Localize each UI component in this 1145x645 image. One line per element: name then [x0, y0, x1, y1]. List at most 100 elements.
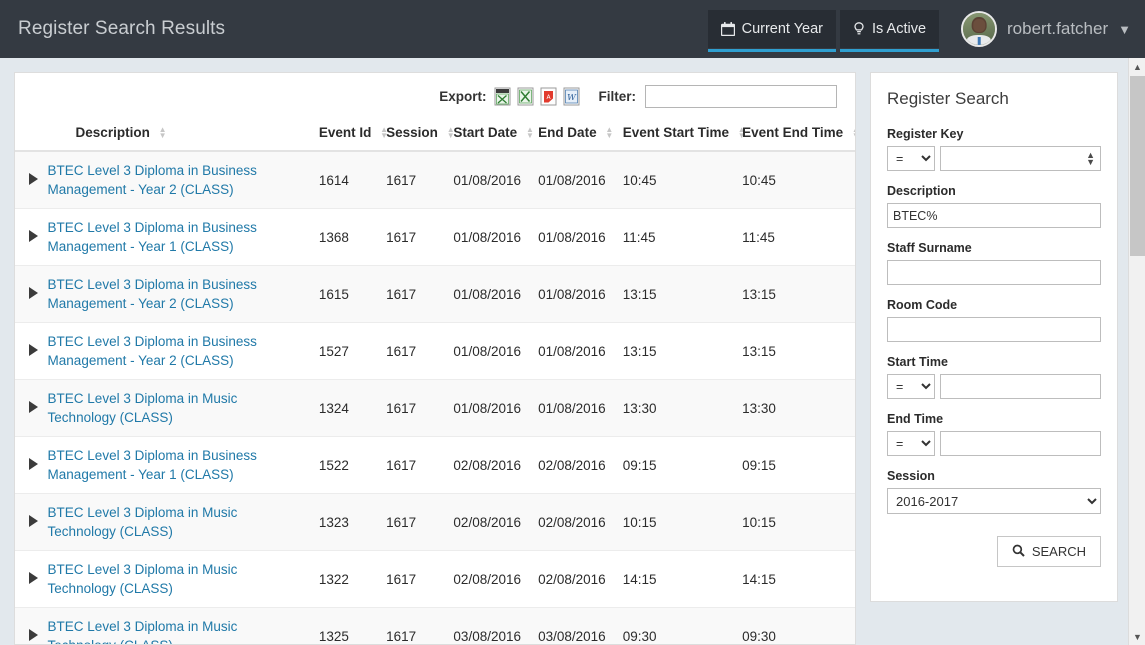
excel-export-icon[interactable] — [517, 87, 534, 106]
column-header-description[interactable]: Description ▲ ▼ — [47, 119, 319, 152]
cell-description: BTEC Level 3 Diploma in Music Technology… — [47, 379, 319, 437]
table-row[interactable]: BTEC Level 3 Diploma in Business Managem… — [15, 436, 855, 494]
cell-start-date: 03/08/2016 — [453, 607, 539, 644]
table-row[interactable]: BTEC Level 3 Diploma in Music Technology… — [15, 493, 855, 551]
start-time-operator-select[interactable]: =!=><>=<= — [887, 374, 935, 399]
description-input[interactable] — [887, 203, 1101, 228]
row-expand-cell[interactable] — [15, 607, 48, 644]
vertical-scrollbar[interactable]: ▲ ▼ — [1128, 58, 1145, 645]
search-button[interactable]: SEARCH — [996, 536, 1101, 567]
description-link[interactable]: BTEC Level 3 Diploma in Business Managem… — [48, 275, 307, 313]
cell-event-start-time: 13:15 — [622, 265, 743, 323]
description-link[interactable]: BTEC Level 3 Diploma in Business Managem… — [48, 218, 307, 256]
room-code-input[interactable] — [887, 317, 1101, 342]
cell-start-date: 02/08/2016 — [453, 493, 539, 551]
register-key-operator-select[interactable]: =!=><>=<= — [887, 146, 935, 171]
cell-session: 1617 — [386, 436, 454, 494]
description-link[interactable]: BTEC Level 3 Diploma in Music Technology… — [48, 503, 307, 541]
expand-triangle-icon[interactable] — [28, 457, 38, 470]
column-header-start-date[interactable]: Start Date ▲ ▼ — [453, 119, 539, 152]
user-menu[interactable]: robert.fatcher ▼ — [961, 11, 1131, 47]
expand-triangle-icon[interactable] — [28, 571, 38, 584]
expand-triangle-icon[interactable] — [28, 286, 38, 299]
label-session: Session — [887, 469, 935, 483]
field-end-time: End Time =!=><>=<= — [887, 412, 1101, 456]
column-header-end-date[interactable]: End Date ▲ ▼ — [538, 119, 623, 152]
row-expand-cell[interactable] — [15, 550, 48, 608]
start-time-input[interactable] — [940, 374, 1101, 399]
row-expand-cell[interactable] — [15, 436, 48, 494]
expand-triangle-icon[interactable] — [28, 514, 38, 527]
cell-session: 1617 — [386, 265, 454, 323]
table-row[interactable]: BTEC Level 3 Diploma in Business Managem… — [15, 208, 855, 266]
toggle-is-active[interactable]: Is Active — [840, 10, 940, 52]
filter-input[interactable] — [645, 84, 837, 108]
scroll-up-arrow-icon[interactable]: ▲ — [1129, 58, 1145, 75]
row-expand-cell[interactable] — [15, 379, 48, 437]
description-link[interactable]: BTEC Level 3 Diploma in Music Technology… — [48, 617, 307, 644]
cell-start-date: 01/08/2016 — [453, 379, 539, 437]
cell-description: BTEC Level 3 Diploma in Music Technology… — [47, 550, 319, 608]
scroll-down-arrow-icon[interactable]: ▼ — [1129, 628, 1145, 645]
table-row[interactable]: BTEC Level 3 Diploma in Music Technology… — [15, 550, 855, 608]
cell-event-start-time: 13:15 — [622, 322, 743, 380]
cell-description: BTEC Level 3 Diploma in Business Managem… — [47, 436, 319, 494]
table-row[interactable]: BTEC Level 3 Diploma in Music Technology… — [15, 607, 855, 644]
column-header-session[interactable]: Session ▲ ▼ — [386, 119, 455, 152]
cell-event-id: 1324 — [318, 379, 387, 437]
cell-event-start-time: 09:30 — [622, 607, 743, 644]
table-header-row: Description ▲ ▼ Event Id ▲ ▼ Session ▲ ▼ St… — [15, 119, 855, 152]
sort-arrows-icon: ▲▼ — [852, 126, 855, 140]
row-expand-cell[interactable] — [15, 265, 48, 323]
sort-arrows-icon: ▲▼ — [605, 125, 614, 141]
word-export-icon[interactable]: W — [563, 87, 580, 106]
csv-export-icon[interactable] — [494, 87, 511, 106]
table-row[interactable]: BTEC Level 3 Diploma in Business Managem… — [15, 265, 855, 323]
cell-description: BTEC Level 3 Diploma in Business Managem… — [47, 322, 319, 380]
row-expand-cell[interactable] — [15, 493, 48, 551]
staff-surname-input[interactable] — [887, 260, 1101, 285]
cell-event-end-time: 10:45 — [742, 151, 855, 209]
table-row[interactable]: BTEC Level 3 Diploma in Business Managem… — [15, 322, 855, 380]
pdf-export-icon[interactable]: A — [540, 87, 557, 106]
expand-triangle-icon[interactable] — [28, 229, 38, 242]
cell-end-date: 01/08/2016 — [538, 208, 623, 266]
app-header: Register Search Results Current Year Is … — [0, 0, 1145, 58]
scrollbar-thumb[interactable] — [1130, 76, 1145, 256]
cell-start-date: 02/08/2016 — [453, 550, 539, 608]
column-header-event-end-time[interactable]: Event End Time ▲▼ — [742, 119, 855, 152]
expand-triangle-icon[interactable] — [28, 400, 38, 413]
row-expand-cell[interactable] — [15, 151, 48, 209]
cell-end-date: 02/08/2016 — [538, 550, 623, 608]
field-staff-surname: Staff Surname — [887, 241, 1101, 285]
toggle-current-year[interactable]: Current Year — [707, 10, 837, 52]
description-link[interactable]: BTEC Level 3 Diploma in Business Managem… — [48, 332, 307, 370]
search-panel-footer: SEARCH — [887, 536, 1101, 567]
cell-event-end-time: 09:15 — [742, 436, 855, 494]
cell-session: 1617 — [386, 550, 454, 608]
register-search-panel: Register Search Register Key =!=><>=<= ▲… — [870, 72, 1118, 602]
description-link[interactable]: BTEC Level 3 Diploma in Music Technology… — [48, 560, 307, 598]
description-link[interactable]: BTEC Level 3 Diploma in Business Managem… — [48, 446, 307, 484]
expand-triangle-icon[interactable] — [28, 172, 38, 185]
cell-start-date: 01/08/2016 — [453, 208, 539, 266]
expand-triangle-icon[interactable] — [28, 343, 38, 356]
table-row[interactable]: BTEC Level 3 Diploma in Music Technology… — [15, 379, 855, 437]
cell-session: 1617 — [386, 151, 454, 209]
row-expand-cell[interactable] — [15, 208, 48, 266]
table-body: BTEC Level 3 Diploma in Business Managem… — [15, 151, 855, 644]
column-header-event-start-time[interactable]: Event Start Time ▲ ▼ — [622, 119, 746, 152]
end-time-operator-select[interactable]: =!=><>=<= — [887, 431, 935, 456]
register-key-input[interactable] — [941, 147, 1100, 170]
column-header-event-id[interactable]: Event Id ▲ ▼ — [318, 119, 388, 152]
description-link[interactable]: BTEC Level 3 Diploma in Music Technology… — [48, 389, 307, 427]
session-select[interactable]: 2016-2017 — [887, 488, 1101, 514]
table-row[interactable]: BTEC Level 3 Diploma in Business Managem… — [15, 151, 855, 209]
cell-event-end-time: 09:30 — [742, 607, 855, 644]
expand-triangle-icon[interactable] — [28, 628, 38, 641]
end-time-input[interactable] — [940, 431, 1101, 456]
row-expand-cell[interactable] — [15, 322, 48, 380]
cell-end-date: 01/08/2016 — [538, 151, 623, 209]
cell-event-id: 1527 — [318, 322, 387, 380]
description-link[interactable]: BTEC Level 3 Diploma in Business Managem… — [48, 161, 307, 199]
